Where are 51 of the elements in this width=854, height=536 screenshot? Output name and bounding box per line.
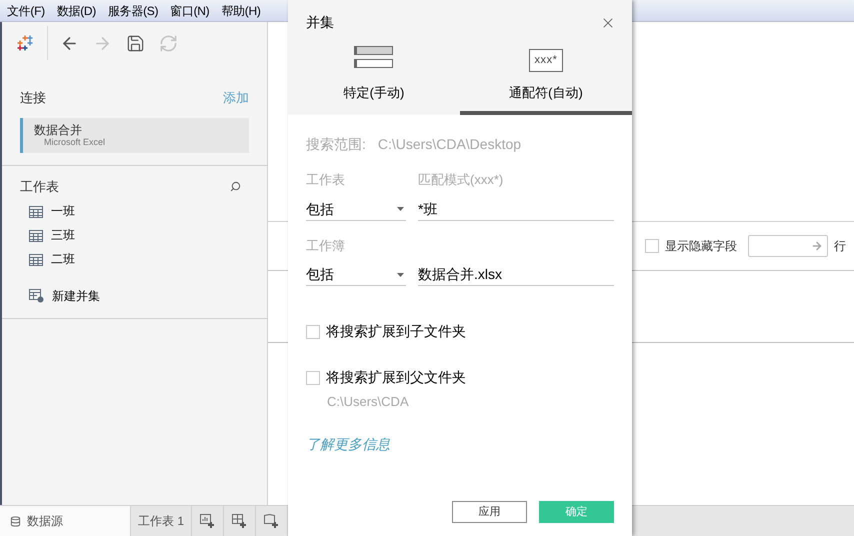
checkbox-label: 将搜索扩展到子文件夹: [326, 322, 466, 341]
section-title: 工作表: [20, 178, 59, 196]
dropdown-caret-icon: [397, 207, 404, 211]
folder-path: C:\Users\CDA: [326, 393, 410, 411]
search-scope-label: 搜索范围:: [306, 135, 366, 154]
mode-dropdown[interactable]: 包括: [306, 264, 406, 286]
connection-name: 数据合并: [34, 122, 83, 136]
bottom-tab[interactable]: 数据源: [0, 506, 131, 536]
menu-item[interactable]: 帮助(H): [221, 2, 261, 20]
checkbox[interactable]: [306, 370, 320, 384]
menu-item[interactable]: 窗口(N): [170, 2, 210, 20]
menu-item[interactable]: 服务器(S): [108, 2, 158, 20]
new-union-icon: [29, 289, 44, 303]
field-label: 工作表: [306, 171, 346, 189]
table-icon: [29, 254, 43, 266]
sheet-item[interactable]: 三班: [51, 227, 75, 244]
rows-label: 行: [834, 238, 846, 255]
field-label: 匹配模式(xxx*): [418, 171, 504, 189]
tab[interactable]: xxx* 通配符(自动): [460, 45, 632, 115]
mode-dropdown[interactable]: 包括: [306, 198, 406, 220]
new-story-icon: [264, 514, 280, 528]
tab[interactable]: 特定(手动): [288, 45, 460, 115]
new-union-link[interactable]: 新建并集: [52, 287, 100, 305]
sheet-item[interactable]: 一班: [51, 203, 75, 220]
search-icon[interactable]: [230, 180, 241, 192]
new-dashboard-icon: [232, 514, 248, 528]
menu-item[interactable]: 文件(F): [7, 2, 45, 20]
search-scope-path: C:\Users\CDA\Desktop: [378, 135, 522, 154]
section-title: 连接: [20, 89, 46, 107]
menu-item[interactable]: 数据(D): [56, 2, 96, 20]
wildcard-icon: xxx*: [528, 48, 564, 72]
connection-item[interactable]: 数据合并 Microsoft Excel: [20, 118, 249, 152]
sheet-item[interactable]: 二班: [51, 251, 75, 268]
new-sheet-icon: [200, 514, 216, 528]
table-icon: [29, 206, 43, 218]
connection-type: Microsoft Excel: [43, 136, 106, 148]
dropdown-caret-icon: [397, 272, 404, 276]
save-icon[interactable]: [126, 34, 145, 52]
checkbox[interactable]: [306, 324, 320, 338]
field-label: 工作簿: [306, 236, 346, 254]
pattern-input-field[interactable]: *班: [418, 198, 614, 220]
apply-button[interactable]: 应用: [452, 501, 527, 523]
rows-input-field[interactable]: [748, 235, 828, 257]
checkbox[interactable]: [645, 239, 659, 253]
database-icon: [10, 516, 21, 526]
logo-icon: [16, 34, 34, 52]
checkbox-label: 显示隐藏字段: [665, 238, 737, 255]
checkbox-label: 将搜索扩展到父文件夹: [326, 368, 466, 387]
table-icon: [29, 230, 43, 242]
dialog-title: 并集: [306, 13, 334, 32]
pattern-input-field[interactable]: 数据合并.xlsx: [418, 264, 614, 286]
